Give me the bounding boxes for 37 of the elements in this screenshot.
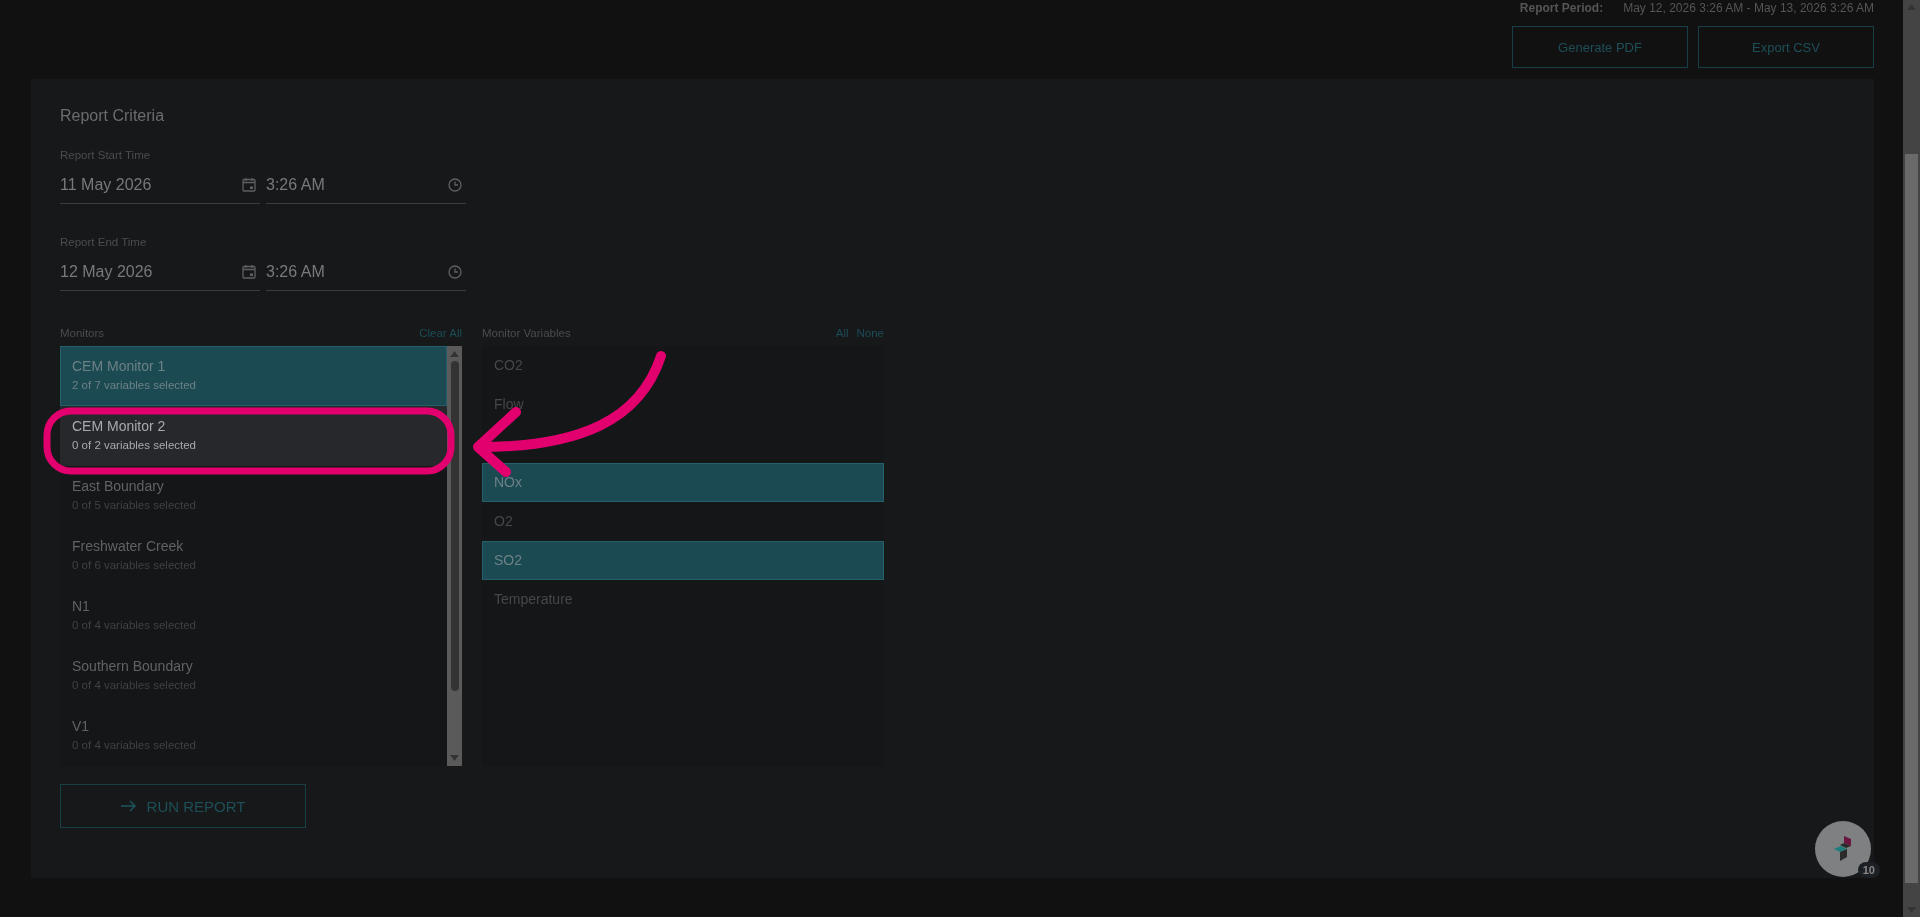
report-period-label: Report Period:	[1519, 1, 1604, 15]
monitor-name: CEM Monitor 2	[72, 418, 167, 434]
action-button[interactable]: Generate PDF	[1512, 26, 1688, 68]
notification-count: 10	[1857, 862, 1880, 878]
page-scrollbar[interactable]	[1903, 0, 1920, 917]
section-title: Report Criteria	[60, 107, 166, 125]
monitor-name: V1	[72, 718, 91, 734]
clock-icon[interactable]	[448, 177, 462, 192]
monitor-item[interactable]: CEM Monitor 1 2 of 7 variables selected	[60, 346, 447, 406]
monitor-summary: 2 of 7 variables selected	[72, 379, 198, 391]
clear-all-link[interactable]: Clear All	[419, 327, 462, 339]
scroll-down-icon[interactable]	[450, 755, 459, 761]
date-field[interactable]: 12 May 2026	[60, 255, 260, 291]
time-field[interactable]: 3:26 AM	[266, 168, 466, 204]
arrow-right-icon	[120, 800, 137, 812]
date-field[interactable]: 11 May 2026	[60, 168, 260, 204]
scrollbar-thumb[interactable]	[1905, 154, 1918, 883]
calendar-icon[interactable]	[242, 264, 256, 279]
run-report-button[interactable]: RUN REPORT	[60, 784, 306, 828]
monitor-name: Southern Boundary	[72, 658, 194, 674]
report-period-value: May 12, 2026 3:26 AM - May 13, 2026 3:26 AM	[1623, 1, 1874, 15]
monitor-summary: 0 of 2 variables selected	[72, 439, 198, 451]
select-none-link[interactable]: None	[856, 327, 884, 339]
monitor-name: N1	[72, 598, 91, 614]
monitor-name: East Boundary	[72, 478, 165, 494]
variable-item[interactable]: NOx	[482, 463, 884, 502]
scroll-up-icon[interactable]	[450, 351, 459, 357]
clock-icon[interactable]	[448, 264, 462, 279]
scrollbar-thumb[interactable]	[450, 361, 459, 691]
time-field[interactable]: 3:26 AM	[266, 255, 466, 291]
monitor-name: CEM Monitor 1	[72, 358, 167, 374]
monitor-name: Freshwater Creek	[72, 538, 185, 554]
variable-item[interactable]: SO2	[482, 541, 884, 580]
action-button[interactable]: Export CSV	[1698, 26, 1874, 68]
select-all-link[interactable]: All	[835, 327, 849, 339]
calendar-icon[interactable]	[242, 177, 256, 192]
scrollbar[interactable]	[447, 346, 462, 766]
